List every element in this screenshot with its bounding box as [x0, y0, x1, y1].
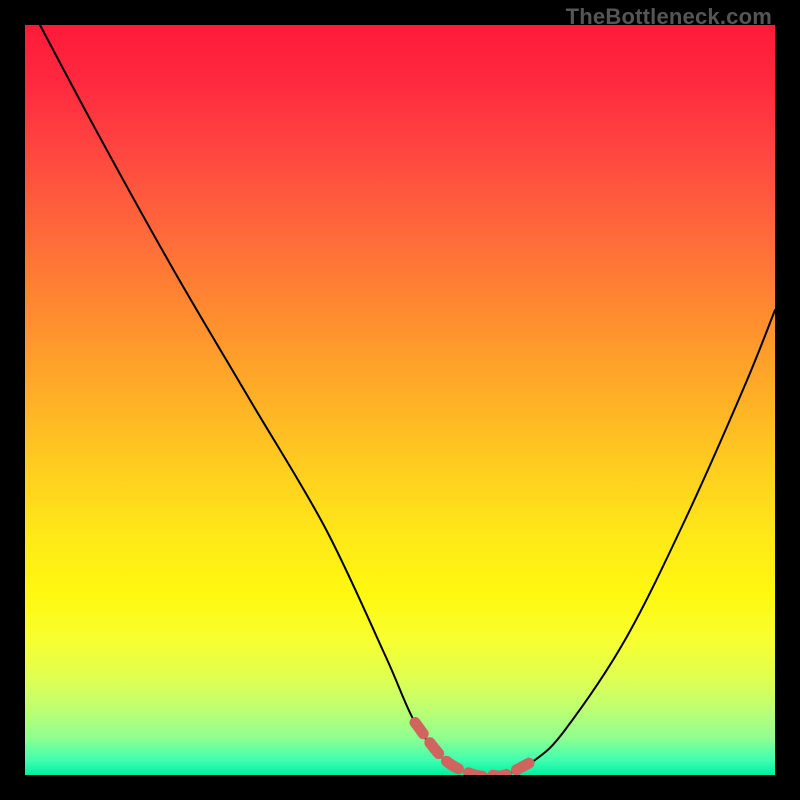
attribution-text: TheBottleneck.com	[566, 4, 772, 30]
chart-container: TheBottleneck.com	[0, 0, 800, 800]
optimal-range-marker	[415, 723, 535, 776]
plot-area	[25, 25, 775, 775]
curve-svg	[25, 25, 775, 775]
bottleneck-curve-line	[40, 25, 775, 775]
